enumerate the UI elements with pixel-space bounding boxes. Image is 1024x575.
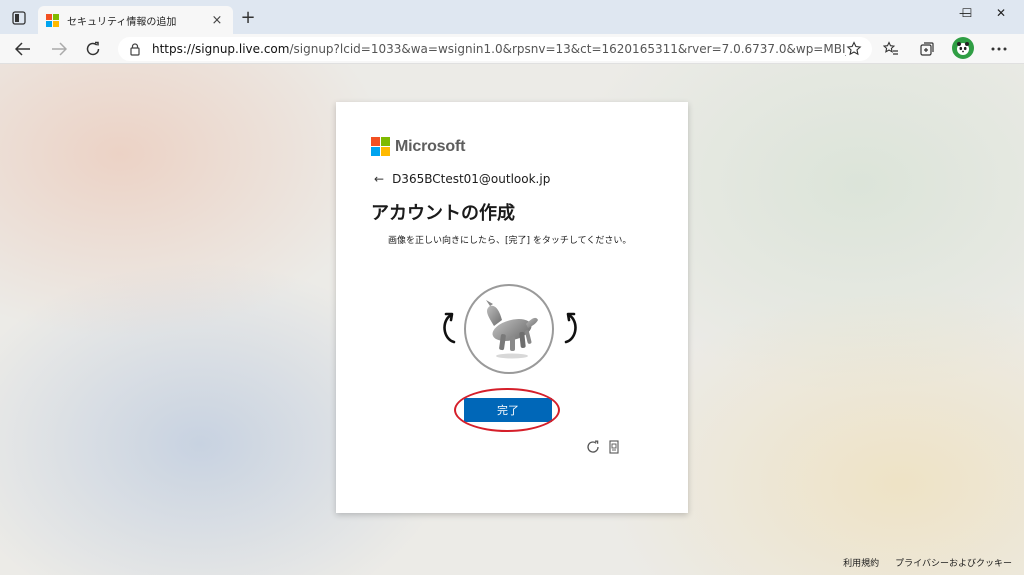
new-tab-button[interactable]: +: [238, 8, 258, 28]
rotate-left-icon[interactable]: [438, 309, 462, 345]
microsoft-logo: Microsoft: [371, 137, 465, 156]
captcha-image: [464, 284, 554, 374]
tab-actions-icon[interactable]: [8, 8, 30, 28]
terms-link[interactable]: 利用規約: [843, 556, 879, 569]
back-icon[interactable]: [10, 37, 36, 61]
collections-icon[interactable]: [914, 37, 940, 61]
forward-icon[interactable]: [46, 37, 72, 61]
tab-title: セキュリティ情報の追加: [67, 16, 177, 28]
done-button[interactable]: 完了: [464, 398, 552, 422]
rotate-right-icon[interactable]: [558, 309, 582, 345]
favorites-icon[interactable]: [878, 37, 904, 61]
settings-more-icon[interactable]: [986, 37, 1012, 61]
title-bar: セキュリティ情報の追加 × + — ☐ ✕: [0, 0, 1024, 34]
panda-avatar-icon: [957, 42, 969, 55]
instruction-text: 画像を正しい向きにしたら、[完了] をタッチしてください。: [388, 236, 632, 246]
lock-icon[interactable]: [128, 42, 142, 56]
tab-close-icon[interactable]: ×: [209, 13, 225, 28]
url-text[interactable]: https://signup.live.com/signup?lcid=1033…: [152, 42, 846, 56]
brand-name: Microsoft: [395, 137, 466, 155]
signup-card: Microsoft ← D365BCtest01@outlook.jp アカウン…: [336, 102, 688, 513]
rotated-animal-image: [486, 300, 538, 359]
favorite-add-icon[interactable]: [846, 41, 862, 57]
privacy-link[interactable]: プライバシーおよびクッキー: [895, 556, 1012, 569]
close-window-button[interactable]: ✕: [978, 0, 1024, 26]
microsoft-favicon-icon: [46, 13, 59, 27]
account-email: D365BCtest01@outlook.jp: [392, 172, 551, 186]
address-bar[interactable]: https://signup.live.com/signup?lcid=1033…: [118, 37, 872, 61]
audio-challenge-icon[interactable]: [608, 440, 620, 454]
browser-toolbar: https://signup.live.com/signup?lcid=1033…: [0, 34, 1024, 64]
tab-security-info[interactable]: セキュリティ情報の追加 ×: [38, 6, 233, 34]
back-row: ← D365BCtest01@outlook.jp: [374, 172, 550, 186]
page-title: アカウントの作成: [371, 203, 515, 224]
microsoft-logo-icon: [371, 137, 390, 156]
new-challenge-icon[interactable]: [586, 440, 600, 454]
profile-avatar[interactable]: [952, 37, 974, 59]
footer-links: 利用規約 プライバシーおよびクッキー: [827, 556, 1012, 569]
back-arrow-icon[interactable]: ←: [374, 172, 384, 186]
refresh-page-icon[interactable]: [80, 37, 106, 61]
